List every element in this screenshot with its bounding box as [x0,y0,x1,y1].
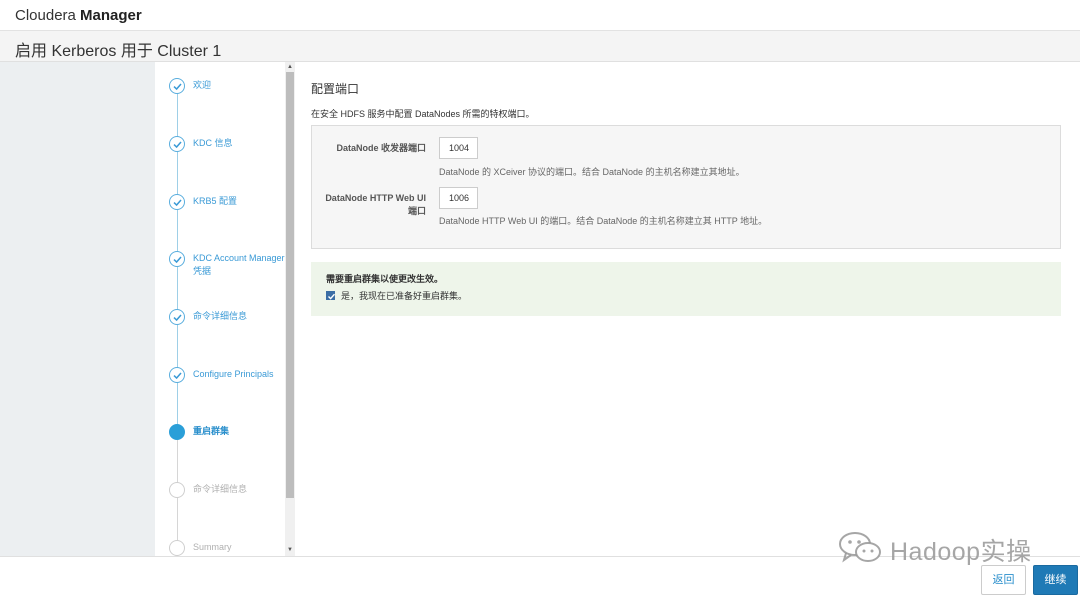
brand-name-bold: Manager [80,7,142,24]
wizard-step-welcome[interactable]: 欢迎 [169,78,285,118]
wizard-step-label: Summary [193,542,232,552]
datanode-http-port-label-line1: DataNode HTTP Web UI [325,193,426,203]
main-content: 配置端口 在安全 HDFS 服务中配置 DataNodes 所需的特权端口。 D… [296,62,1080,556]
datanode-http-port-help: DataNode HTTP Web UI 的端口。结合 DataNode 的主机… [439,216,768,226]
restart-notice-text: 需要重启群集以使更改生效。 [326,274,444,284]
wizard-steps-panel: 欢迎 KDC 信息 KRB5 配置 KDC Account Manager 凭据… [155,62,285,556]
datanode-transceiver-port-input[interactable]: 1004 [439,137,478,159]
current-step-icon [169,424,185,440]
wizard-step-kdc-info[interactable]: KDC 信息 [169,136,285,176]
wizard-step-configure-principals[interactable]: Configure Principals [169,367,285,407]
wizard-step-krb5-config[interactable]: KRB5 配置 [169,194,285,234]
page-title-bar: 启用 Kerberos 用于 Cluster 1 [0,31,1080,62]
wizard-step-label: 欢迎 [193,80,212,90]
datanode-http-port-input[interactable]: 1006 [439,187,478,209]
restart-confirm-checkbox[interactable] [326,291,336,300]
port-config-box: DataNode 收发器端口 1004 DataNode 的 XCeiver 协… [311,125,1061,249]
pending-step-icon [169,482,185,498]
top-navbar: Cloudera Manager [0,0,1080,31]
wizard-step-label: KDC 信息 [193,138,233,148]
wizard-step-summary: Summary [169,540,285,556]
wechat-icon [839,532,881,563]
left-gutter [0,62,155,556]
wizard-step-command-details-2: 命令详细信息 [169,482,285,522]
brand-logo[interactable]: Cloudera Manager [15,7,142,24]
scroll-down-arrow-icon[interactable]: ▼ [286,546,294,554]
wizard-step-label: KDC Account Manager 凭据 [193,253,285,276]
check-icon [169,78,185,94]
check-icon [169,194,185,210]
wizard-scrollbar[interactable]: ▲ ▼ [285,62,295,556]
watermark: Hadoop实操 [836,530,1056,570]
datanode-transceiver-port-label: DataNode 收发器端口 [336,143,426,153]
scrollbar-thumb[interactable] [286,72,294,498]
scroll-up-arrow-icon[interactable]: ▲ [286,63,294,71]
wizard-step-command-details[interactable]: 命令详细信息 [169,309,285,349]
wizard-step-kdc-account-manager[interactable]: KDC Account Manager 凭据 [169,251,285,291]
restart-confirm-label[interactable]: 是，我现在已准备好重启群集。 [341,289,467,302]
check-icon [169,251,185,267]
datanode-http-port-label: DataNode HTTP Web UI 端口 [325,192,426,218]
pending-step-icon [169,540,185,556]
wizard-step-label: 命令详细信息 [193,311,248,321]
check-icon [169,309,185,325]
brand-name-light: Cloudera [15,7,76,24]
checkmark-icon [328,293,336,300]
wizard-step-restart-cluster[interactable]: 重启群集 [169,424,285,464]
section-title: 配置端口 [311,82,360,96]
datanode-transceiver-port-help: DataNode 的 XCeiver 协议的端口。结合 DataNode 的主机… [439,167,745,177]
page-title: 启用 Kerberos 用于 Cluster 1 [15,43,222,60]
wizard-step-label: Configure Principals [193,369,274,379]
wizard-step-label: 重启群集 [193,426,230,436]
wizard-step-label: 命令详细信息 [193,484,248,494]
restart-notice: 需要重启群集以使更改生效。 是，我现在已准备好重启群集。 [311,262,1061,316]
datanode-http-port-label-line2: 端口 [407,206,426,216]
wizard-step-label: KRB5 配置 [193,196,238,206]
check-icon [169,367,185,383]
watermark-text: Hadoop实操 [890,538,1032,566]
check-icon [169,136,185,152]
section-description: 在安全 HDFS 服务中配置 DataNodes 所需的特权端口。 [311,109,535,119]
